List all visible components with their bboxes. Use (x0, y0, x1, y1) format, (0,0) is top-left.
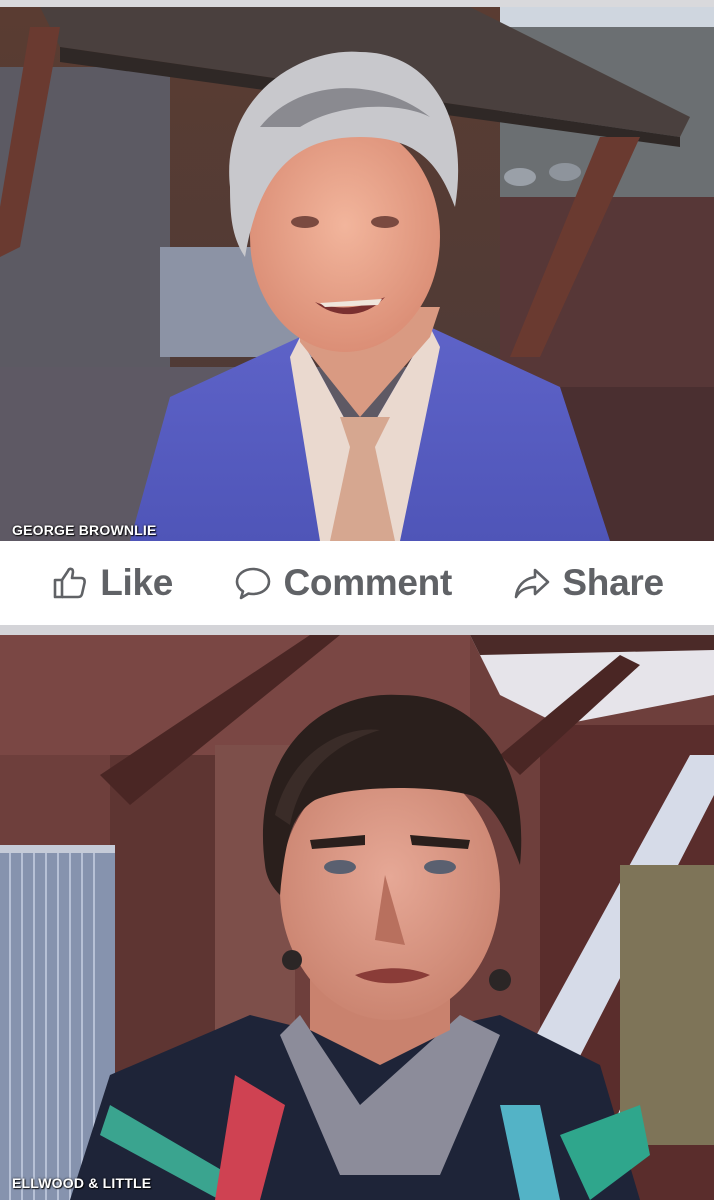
bottom-video-still (0, 635, 714, 1200)
speech-bubble-icon (236, 567, 271, 600)
speaker-caption: ELLWOOD & LITTLE (12, 1175, 152, 1191)
post-action-bar: Like Comment Share (0, 541, 714, 625)
comment-label: Comment (283, 562, 452, 603)
share-label: Share (562, 562, 664, 603)
like-button[interactable]: Like (50, 562, 173, 604)
share-arrow-icon (515, 568, 550, 599)
share-button[interactable]: Share (512, 562, 664, 604)
speaker-caption: GEORGE BROWNLIE (12, 522, 157, 538)
comment-button[interactable]: Comment (233, 562, 452, 604)
bottom-video-frame[interactable]: ELLWOOD & LITTLE (0, 635, 714, 1200)
top-video-frame[interactable]: GEORGE BROWNLIE (0, 7, 714, 541)
like-label: Like (100, 562, 174, 603)
post-screenshot: GEORGE BROWNLIE Like Comment Share ELLWO… (0, 0, 714, 1200)
section-divider (0, 625, 714, 635)
thumbs-up-icon (53, 567, 87, 599)
top-video-still (0, 7, 714, 541)
